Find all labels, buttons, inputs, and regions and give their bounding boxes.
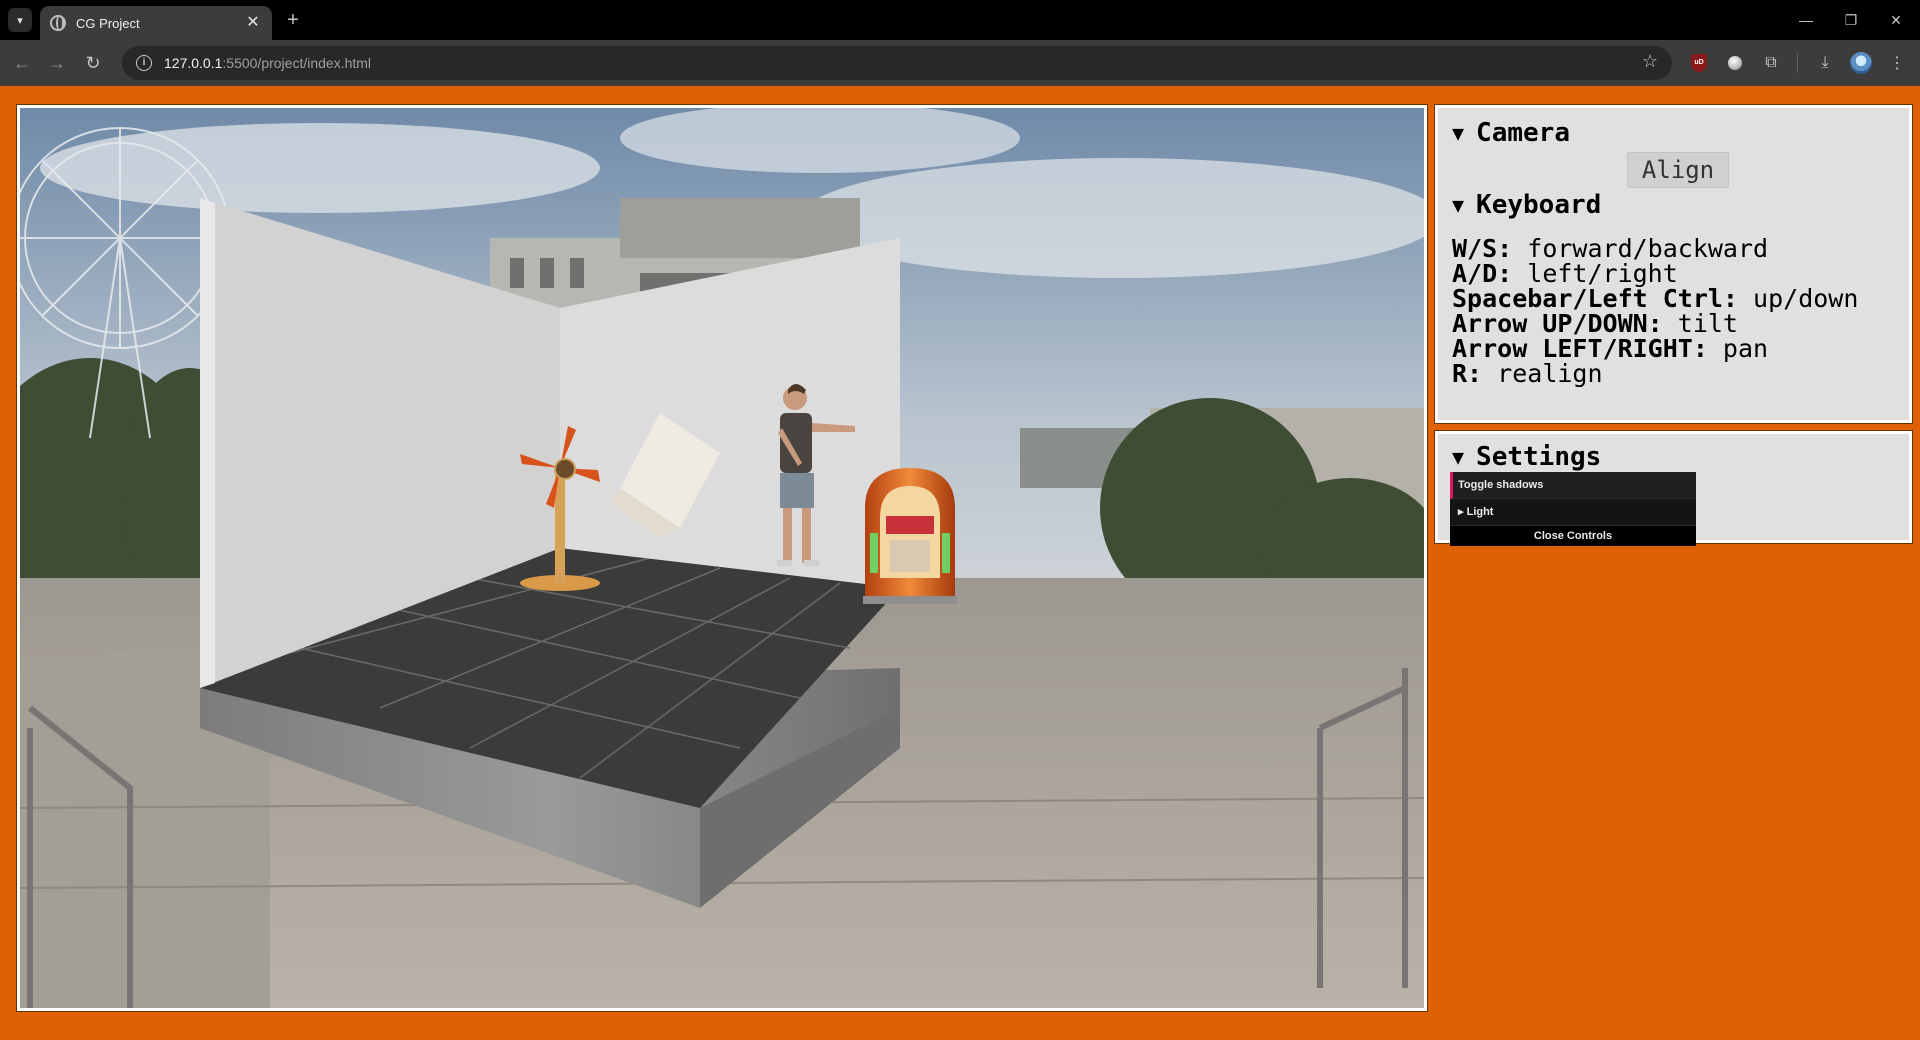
reload-button[interactable]: ↻ <box>79 49 107 77</box>
minimize-button[interactable]: — <box>1786 8 1826 32</box>
controls-panel: ▼ Camera Align ▼ Keyboard W/S: forward/b… <box>1434 104 1913 424</box>
shortcut-line: A/D: left/right <box>1452 259 1678 288</box>
back-button[interactable]: ← <box>8 49 36 77</box>
extension-circle-icon[interactable] <box>1724 52 1746 74</box>
folder-caret-icon: ▸ <box>1458 506 1464 518</box>
tab-title: CG Project <box>76 15 140 31</box>
reload-icon: ↻ <box>85 53 101 73</box>
shortcut-line: Spacebar/Left Ctrl: up/down <box>1452 284 1859 313</box>
menu-kebab-icon[interactable]: ⋮ <box>1886 52 1908 74</box>
tab-close-icon[interactable]: ✕ <box>244 14 262 32</box>
url-text[interactable]: 127.0.0.1:5500/project/index.html <box>164 55 371 71</box>
light-folder[interactable]: ▸ Light <box>1450 499 1696 526</box>
arrow-left-icon: ← <box>13 53 31 73</box>
chevron-down-icon: ▾ <box>17 14 23 27</box>
keyboard-shortcuts-list: W/S: forward/backward A/D: left/right Sp… <box>1452 236 1895 386</box>
browser-titlebar: ▾ CG Project ✕ + — ❐ ✕ <box>0 0 1920 40</box>
forward-button[interactable]: → <box>43 49 71 77</box>
collapse-triangle-icon: ▼ <box>1452 445 1465 469</box>
toolbar-separator <box>1797 53 1798 73</box>
light-folder-label: Light <box>1466 506 1494 518</box>
close-controls-button[interactable]: Close Controls <box>1450 526 1696 546</box>
ublock-extension-icon[interactable]: uD <box>1688 52 1710 74</box>
toggle-shadows-button[interactable]: Toggle shadows <box>1450 472 1696 499</box>
browser-toolbar: ← → ↻ i 127.0.0.1:5500/project/index.htm… <box>0 40 1920 86</box>
settings-section-header[interactable]: ▼ Settings <box>1452 440 1895 474</box>
camera-title: Camera <box>1476 118 1570 148</box>
site-info-icon[interactable]: i <box>136 55 152 71</box>
collapse-triangle-icon: ▼ <box>1452 193 1465 217</box>
shortcut-line: Arrow UP/DOWN: tilt <box>1452 309 1738 338</box>
extensions-puzzle-icon[interactable]: ⧉ <box>1760 52 1782 74</box>
globe-icon <box>50 15 66 31</box>
new-tab-button[interactable]: + <box>282 9 304 31</box>
keyboard-section-header[interactable]: ▼ Keyboard <box>1452 188 1895 222</box>
render-canvas[interactable] <box>16 104 1428 1012</box>
shortcut-line: W/S: forward/backward <box>1452 234 1769 263</box>
align-button[interactable]: Align <box>1627 152 1729 188</box>
page-background: ▼ Camera Align ▼ Keyboard W/S: forward/b… <box>0 86 1920 1040</box>
settings-title: Settings <box>1476 442 1602 472</box>
address-bar[interactable]: i 127.0.0.1:5500/project/index.html ☆ <box>122 46 1672 80</box>
jukebox-object <box>863 468 957 604</box>
window-close-button[interactable]: ✕ <box>1876 8 1916 32</box>
gui-controls: Toggle shadows ▸ Light Close Controls <box>1450 472 1696 546</box>
camera-section-header[interactable]: ▼ Camera <box>1452 116 1895 150</box>
shortcut-line: R: realign <box>1452 359 1603 388</box>
profile-avatar[interactable] <box>1850 52 1872 74</box>
restore-button[interactable]: ❐ <box>1831 8 1871 32</box>
shortcut-line: Arrow LEFT/RIGHT: pan <box>1452 334 1769 363</box>
download-icon[interactable]: ⤓ <box>1814 52 1836 74</box>
browser-tab[interactable]: CG Project ✕ <box>40 6 272 40</box>
keyboard-title: Keyboard <box>1476 190 1602 220</box>
scene-render <box>20 108 1424 1008</box>
tab-search-button[interactable]: ▾ <box>8 8 32 32</box>
arrow-right-icon: → <box>48 53 66 73</box>
collapse-triangle-icon: ▼ <box>1452 121 1465 145</box>
bookmark-star-icon[interactable]: ☆ <box>1642 51 1658 72</box>
